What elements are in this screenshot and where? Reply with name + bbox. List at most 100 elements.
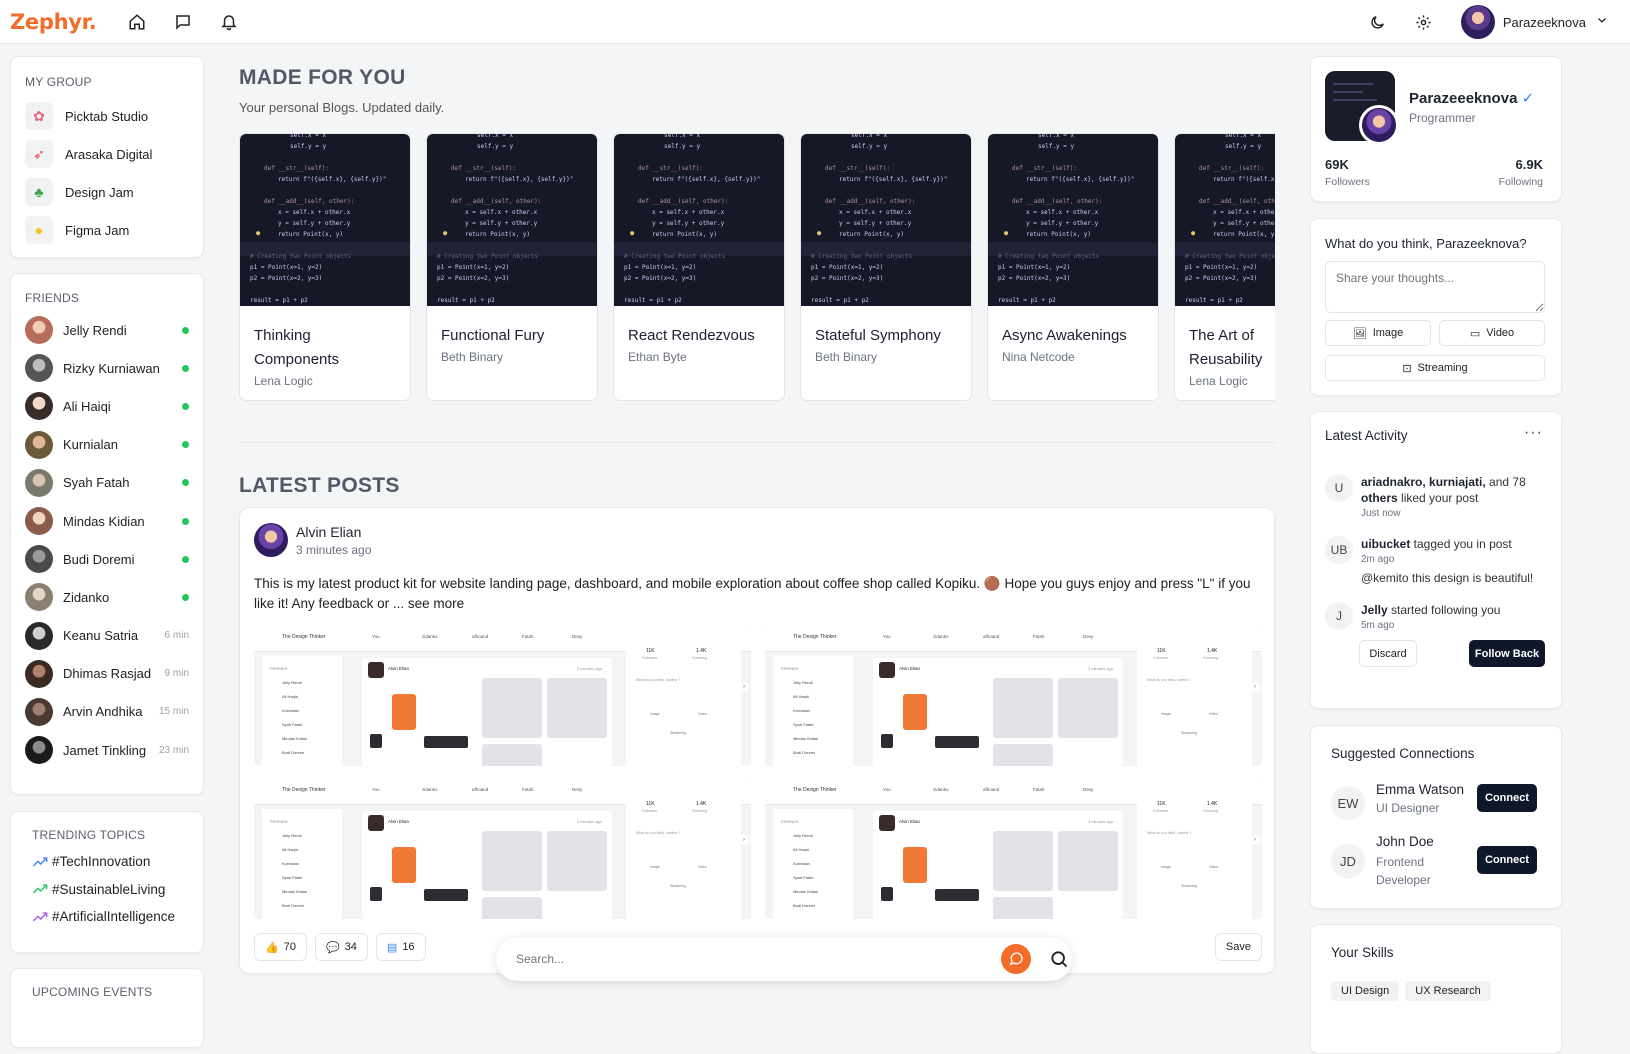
skills-card: Your Skills UI Design UX Research: [1310, 924, 1562, 1054]
like-count: 70: [283, 941, 296, 953]
chevron-right-icon[interactable]: ›: [1250, 682, 1260, 692]
mini-friend: Kurnialan: [282, 707, 299, 713]
friend-item[interactable]: Keanu Satria 6 min: [25, 617, 189, 655]
mini-friend: Budi Doremi: [282, 902, 305, 908]
avatar: [25, 545, 53, 574]
mini-followers-label: Followers: [1153, 656, 1168, 660]
mini-image-label: Image: [1161, 712, 1171, 716]
blog-cover-code: self.x = x self.y = y def __str__(self): r…: [1175, 134, 1275, 306]
avatar[interactable]: [254, 523, 288, 557]
mini-prompt: What do you think, Kareha ?: [1147, 831, 1192, 835]
blog-carousel: self.x = x self.y = y def __str__(self): r…: [0, 0, 1275, 420]
mini-author: Alvin Elian: [899, 666, 921, 671]
mini-story: afhoand: [983, 634, 1000, 639]
friend-item[interactable]: Budi Doremi: [25, 540, 189, 578]
avatar: [25, 583, 53, 612]
chat-bubble-button[interactable]: [1001, 944, 1031, 974]
video-button[interactable]: ▭ Video: [1439, 320, 1545, 346]
user-name[interactable]: Parazeeknova: [1503, 15, 1586, 30]
mini-friend: Kurnialan: [793, 707, 810, 713]
streaming-button[interactable]: ⊡ Streaming: [1325, 355, 1545, 381]
topic-item[interactable]: #ArtificialIntelligence: [32, 903, 183, 931]
mini-story: You: [883, 787, 891, 792]
streaming-label: Streaming: [1417, 362, 1468, 374]
friend-item[interactable]: Arvin Andhika 15 min: [25, 693, 189, 731]
topic-label: #TechInnovation: [52, 854, 151, 870]
comment-button[interactable]: 💬 34: [314, 933, 368, 961]
blog-card[interactable]: self.x = x self.y = y def __str__(self): r…: [426, 133, 598, 401]
discard-button[interactable]: Discard: [1359, 640, 1417, 667]
mini-avatar: [879, 662, 895, 678]
gear-icon[interactable]: [1401, 0, 1447, 44]
avatar: [25, 697, 53, 726]
chevron-right-icon[interactable]: ›: [1250, 835, 1260, 845]
online-dot: [182, 555, 189, 563]
blog-card[interactable]: self.x = x self.y = y def __str__(self): r…: [613, 133, 785, 401]
composer-card: What do you think, Parazeeknova? 🖼Image …: [1310, 218, 1562, 396]
mini-followers-label: Followers: [1153, 809, 1168, 813]
search-icon[interactable]: [1049, 949, 1069, 974]
post-image[interactable]: The Design Thinker You zidanko afhoand Fatah…: [254, 781, 751, 919]
save-button[interactable]: Save: [1214, 933, 1262, 961]
post-author[interactable]: Alvin Elian: [296, 524, 371, 540]
skill-tag[interactable]: UX Research: [1405, 981, 1491, 1001]
post-image[interactable]: The Design Thinker You zidanko afhoand Fatah…: [765, 628, 1262, 766]
mini-story: Fatah: [522, 634, 534, 639]
mini-story: Desy: [572, 634, 583, 639]
lightbulb-icon: ●: [256, 229, 261, 237]
thumbs-up-icon: 👍: [265, 941, 279, 954]
skill-tag[interactable]: UI Design: [1331, 981, 1400, 1001]
search-input[interactable]: [516, 949, 986, 969]
friend-item[interactable]: Mindas Kidian: [25, 502, 189, 540]
activity-text: tagged you in post: [1410, 537, 1512, 551]
mini-friend: Ali Haqiri: [793, 846, 810, 852]
chevron-down-icon[interactable]: [1596, 13, 1608, 31]
friend-item[interactable]: Dhimas Rasjad 9 min: [25, 655, 189, 693]
user-avatar[interactable]: [1460, 5, 1495, 39]
post-image[interactable]: The Design Thinker You zidanko afhoand Fatah…: [254, 628, 751, 766]
follow-back-button[interactable]: Follow Back: [1469, 640, 1545, 667]
blog-cover-code: self.x = x self.y = y def __str__(self): r…: [240, 134, 410, 306]
image-button[interactable]: 🖼 Image: [1325, 320, 1431, 346]
mini-story: zidanko: [422, 634, 438, 639]
mini-author: Alvin Elian: [388, 666, 410, 671]
chevron-right-icon[interactable]: ›: [739, 682, 749, 692]
section-divider: [239, 442, 1275, 443]
share-button[interactable]: ▤ 16: [375, 933, 426, 961]
mini-time: 3 minutes ago: [1087, 666, 1113, 671]
lightbulb-icon: ●: [630, 229, 635, 237]
suggestion-name[interactable]: John Doe: [1376, 834, 1466, 849]
blog-card[interactable]: self.x = x self.y = y def __str__(self): r…: [1174, 133, 1275, 401]
blog-card[interactable]: self.x = x self.y = y def __str__(self): r…: [987, 133, 1159, 401]
avatar[interactable]: [1359, 105, 1399, 145]
comment-icon: 💬: [325, 941, 340, 954]
blog-card[interactable]: self.x = x self.y = y def __str__(self): r…: [239, 133, 411, 401]
chevron-right-icon[interactable]: ›: [739, 835, 749, 845]
activity-item[interactable]: U ariadnakro, kurniajati, and 78 others …: [1325, 474, 1550, 522]
thoughts-input[interactable]: [1325, 261, 1545, 313]
post-image[interactable]: The Design Thinker You zidanko afhoand Fatah…: [765, 781, 1262, 919]
connect-button[interactable]: Connect: [1477, 784, 1537, 812]
mini-friend: Mindas Kidian: [793, 888, 819, 894]
friend-item[interactable]: Jamet Tinkling 23 min: [25, 731, 189, 769]
activity-item[interactable]: J Jelly started following you 5m ago: [1325, 602, 1550, 634]
activity-item[interactable]: UB uibucket tagged you in post 2m ago @k…: [1325, 536, 1550, 586]
suggestion-name[interactable]: Emma Watson: [1376, 782, 1464, 797]
moon-icon[interactable]: [1355, 0, 1401, 44]
topic-item[interactable]: #TechInnovation: [32, 848, 183, 876]
mini-friend: Mindas Kidian: [793, 735, 819, 741]
friend-item[interactable]: Zidanko: [25, 578, 189, 616]
friend-item[interactable]: Kurnialan: [25, 426, 189, 464]
mini-friend: Syah Fatah: [282, 721, 303, 727]
mini-prompt: What do you think, Kareha ?: [1147, 678, 1192, 682]
more-options-icon[interactable]: ···: [1524, 424, 1543, 442]
blog-card[interactable]: self.x = x self.y = y def __str__(self): r…: [800, 133, 972, 401]
trend-up-icon: [32, 912, 48, 922]
like-button[interactable]: 👍 70: [254, 933, 307, 961]
mini-post: Alvin Elian 3 minutes ago: [873, 658, 1123, 766]
chat-icon: [1009, 952, 1023, 966]
mini-brand: The Design Thinker: [282, 787, 326, 793]
friend-item[interactable]: Syah Fatah: [25, 464, 189, 502]
connect-button[interactable]: Connect: [1477, 846, 1537, 874]
topic-item[interactable]: #SustainableLiving: [32, 876, 183, 904]
